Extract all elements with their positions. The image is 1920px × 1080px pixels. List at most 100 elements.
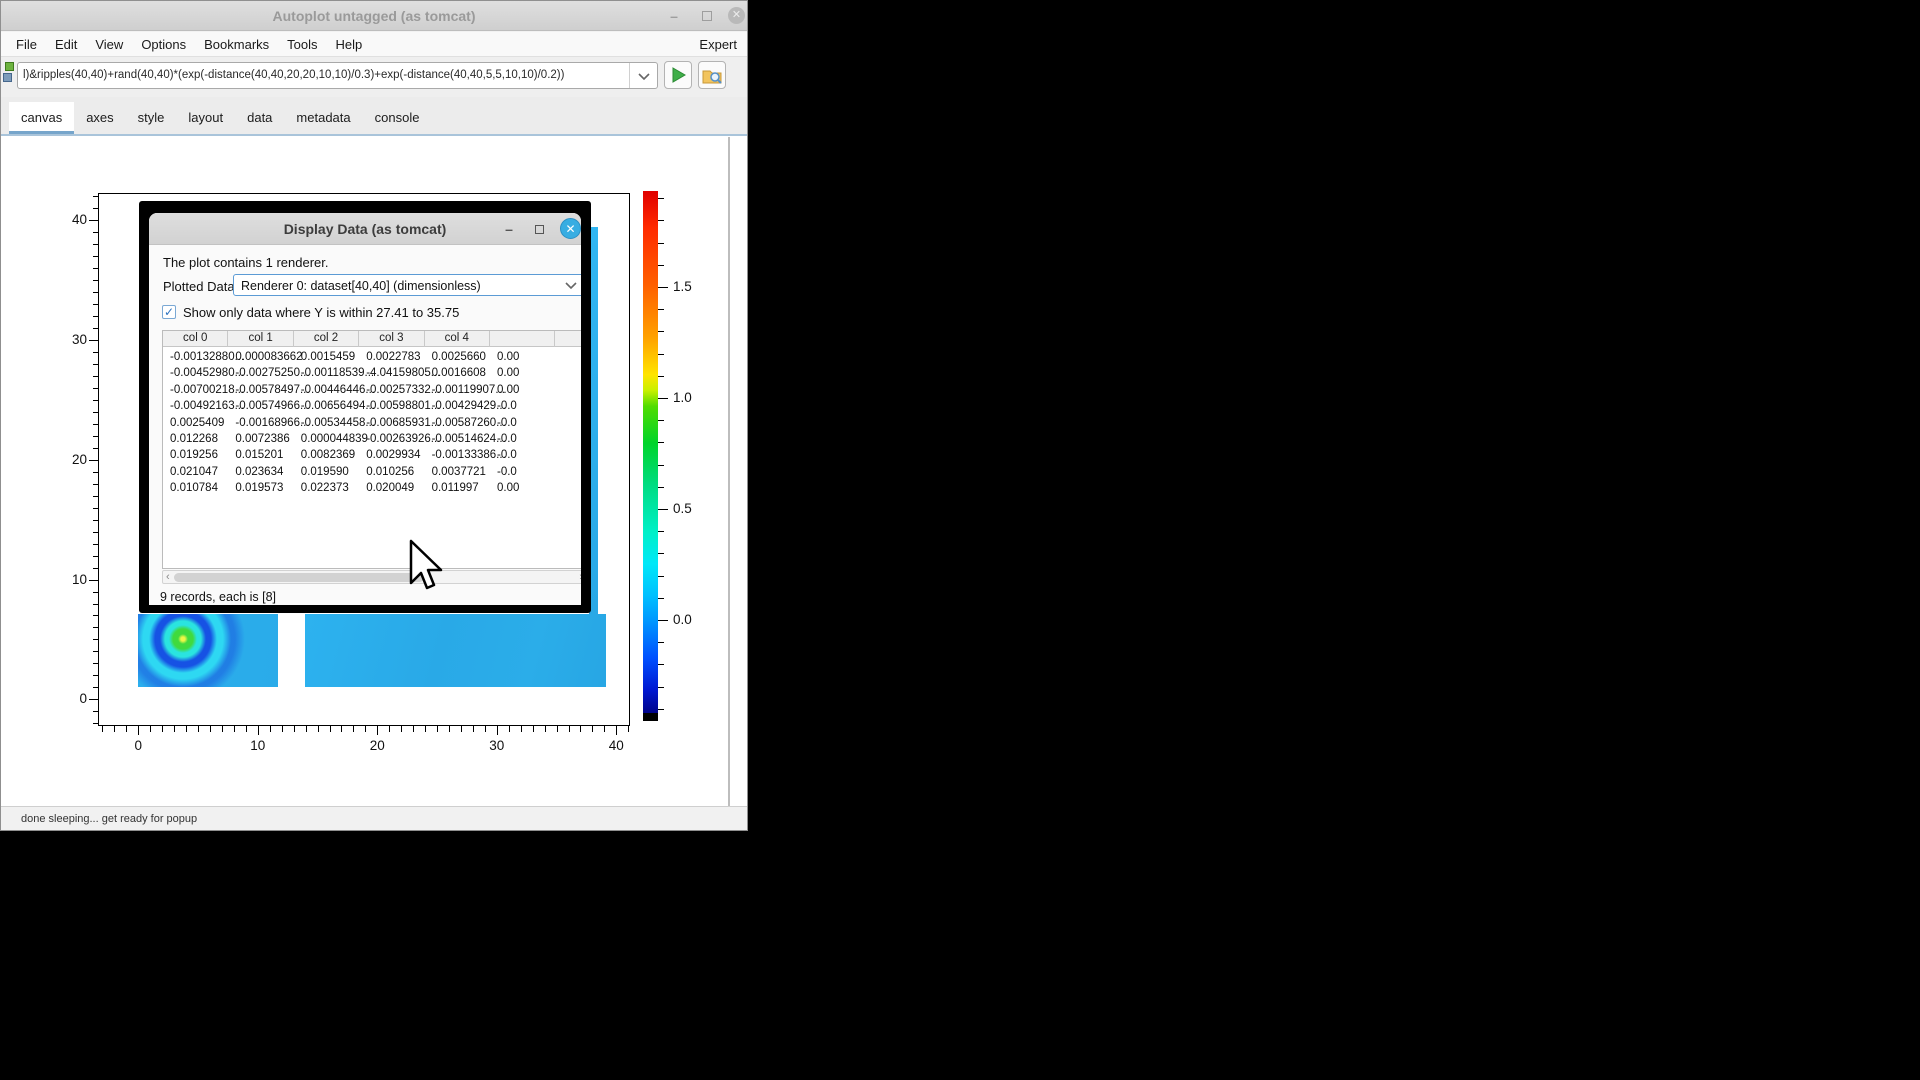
table-cell[interactable]: -0.00429429... (425, 398, 490, 414)
table-cell[interactable]: -0.00275250... (228, 365, 293, 381)
window-close-button[interactable]: ✕ (728, 7, 745, 24)
table-cell[interactable]: 0.0072386 (228, 431, 293, 447)
table-cell[interactable]: -0.00656494... (294, 398, 359, 414)
table-cell[interactable]: 0.019256 (163, 447, 228, 463)
tab-console[interactable]: console (363, 102, 432, 134)
table-cell[interactable]: 0.010256 (359, 464, 424, 480)
dialog-titlebar[interactable]: Display Data (as tomcat) – ✕ (149, 213, 581, 245)
column-header[interactable] (490, 331, 555, 347)
menu-view[interactable]: View (86, 32, 132, 57)
menu-tools[interactable]: Tools (278, 32, 326, 57)
table-cell[interactable]: -0.00257332... (359, 382, 424, 398)
table-cell[interactable]: 0.000044839 (294, 431, 359, 447)
tick-mark (138, 726, 139, 735)
table-cell[interactable]: -0.00446446... (294, 382, 359, 398)
tab-layout[interactable]: layout (176, 102, 235, 134)
table-cell[interactable]: 0.010784 (163, 480, 228, 496)
scroll-left-icon[interactable]: ‹ (166, 571, 170, 584)
table-cell[interactable]: -0.00685931... (359, 415, 424, 431)
table-cell[interactable]: 0.011997 (425, 480, 490, 496)
table-cell[interactable]: 0.021047 (163, 464, 228, 480)
plot-canvas[interactable]: 0102030400102030401.51.00.50.0 Display D… (1, 136, 747, 807)
scrollbar-thumb[interactable] (174, 573, 424, 582)
expert-mode-toggle[interactable]: Expert (695, 32, 741, 57)
dialog-close-button[interactable]: ✕ (560, 218, 581, 239)
table-cell[interactable]: -0.00534458... (294, 415, 359, 431)
table-cell[interactable]: 0.0025409 (163, 415, 228, 431)
uri-input[interactable]: l)&ripples(40,40)+rand(40,40)*(exp(-dist… (17, 62, 658, 89)
tab-data[interactable]: data (235, 102, 284, 134)
table-cell[interactable]: 0.022373 (294, 480, 359, 496)
table-horizontal-scrollbar[interactable]: ‹ › (162, 570, 581, 584)
table-cell[interactable]: 0.00 (490, 382, 555, 398)
table-cell[interactable]: -0.00574966... (228, 398, 293, 414)
table-cell[interactable]: 0.019590 (294, 464, 359, 480)
column-header[interactable]: col 0 (163, 331, 228, 347)
table-cell[interactable]: 0.0029934 (359, 447, 424, 463)
inspect-file-button[interactable] (698, 61, 726, 89)
table-cell[interactable]: 0.020049 (359, 480, 424, 496)
table-cell[interactable]: -0.0 (490, 447, 555, 463)
data-table[interactable]: col 0col 1col 2col 3col 4-0.00132880...0… (162, 330, 581, 569)
table-cell[interactable]: 0.00 (490, 480, 555, 496)
menu-file[interactable]: File (7, 32, 46, 57)
table-cell[interactable]: 0.0015459 (294, 349, 359, 365)
menu-edit[interactable]: Edit (46, 32, 86, 57)
dialog-maximize-button[interactable] (529, 219, 549, 239)
column-header[interactable]: col 3 (359, 331, 424, 347)
tick-mark (114, 726, 115, 732)
window-minimize-button[interactable]: – (664, 6, 684, 26)
table-cell[interactable]: 0.012268 (163, 431, 228, 447)
table-cell[interactable]: 0.000083662 (228, 349, 293, 365)
tab-axes[interactable]: axes (74, 102, 125, 134)
table-cell[interactable]: -0.00132880... (163, 349, 228, 365)
table-cell[interactable]: 0.015201 (228, 447, 293, 463)
table-cell[interactable]: -0.00118539... (294, 365, 359, 381)
tab-style[interactable]: style (126, 102, 177, 134)
table-cell[interactable]: 0.00 (490, 365, 555, 381)
table-cell[interactable]: -0.00119907... (425, 382, 490, 398)
table-cell[interactable]: -0.00133386... (425, 447, 490, 463)
table-cell[interactable]: 0.0022783 (359, 349, 424, 365)
dialog-minimize-button[interactable]: – (499, 219, 519, 239)
tick-mark (93, 436, 99, 437)
table-cell[interactable]: -0.00492163... (163, 398, 228, 414)
window-maximize-button[interactable] (697, 6, 717, 26)
column-header[interactable]: col 2 (294, 331, 359, 347)
table-cell[interactable]: -0.00598801... (359, 398, 424, 414)
table-cell[interactable]: -0.00514624... (425, 431, 490, 447)
table-cell[interactable]: -0.00587260... (425, 415, 490, 431)
table-cell[interactable]: -4.04159805... (359, 365, 424, 381)
table-cell[interactable]: -0.00263926... (359, 431, 424, 447)
table-cell[interactable]: -0.0 (490, 464, 555, 480)
table-cell[interactable]: -0.00578497... (228, 382, 293, 398)
records-count-text: 9 records, each is [8] (160, 590, 276, 604)
tab-metadata[interactable]: metadata (284, 102, 362, 134)
table-cell[interactable]: 0.0025660 (425, 349, 490, 365)
table-cell[interactable]: -0.0 (490, 398, 555, 414)
table-cell[interactable]: -0.0 (490, 431, 555, 447)
window-title: Autoplot untagged (as tomcat) (1, 8, 747, 24)
menu-bookmarks[interactable]: Bookmarks (195, 32, 278, 57)
table-cell[interactable]: 0.019573 (228, 480, 293, 496)
uri-dropdown-button[interactable] (629, 63, 657, 88)
table-cell[interactable]: -0.00452980... (163, 365, 228, 381)
table-cell[interactable]: 0.023634 (228, 464, 293, 480)
menu-options[interactable]: Options (132, 32, 195, 57)
table-cell[interactable]: 0.0082369 (294, 447, 359, 463)
column-header[interactable]: col 1 (228, 331, 293, 347)
table-cell[interactable]: 0.0037721 (425, 464, 490, 480)
go-plot-button[interactable] (664, 61, 692, 89)
table-cell[interactable]: 0.0016608 (425, 365, 490, 381)
filter-checkbox[interactable]: ✓ (162, 305, 176, 319)
column-header[interactable]: col 4 (425, 331, 490, 347)
tab-canvas[interactable]: canvas (9, 102, 74, 134)
scroll-right-icon[interactable]: › (579, 571, 581, 584)
table-cell[interactable]: -0.00168966... (228, 415, 293, 431)
table-cell[interactable]: 0.00 (490, 349, 555, 365)
plotted-data-select[interactable]: Renderer 0: dataset[40,40] (dimensionles… (233, 274, 581, 296)
table-cell[interactable]: -0.00700218... (163, 382, 228, 398)
menu-help[interactable]: Help (327, 32, 372, 57)
table-cell[interactable]: -0.0 (490, 415, 555, 431)
uri-text[interactable]: l)&ripples(40,40)+rand(40,40)*(exp(-dist… (23, 69, 627, 81)
